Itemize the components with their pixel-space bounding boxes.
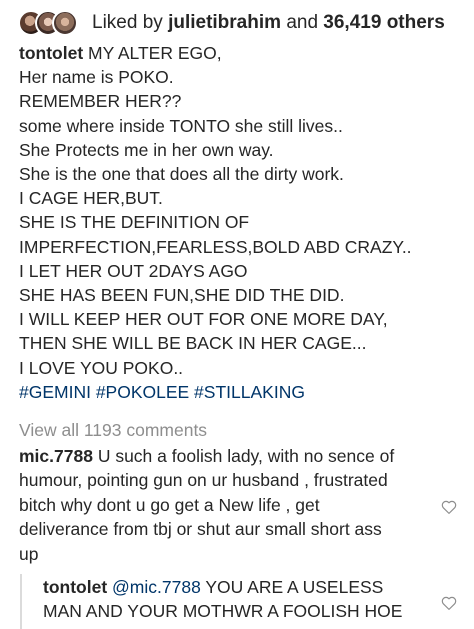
view-all-comments-link[interactable]: View all 1193 comments: [19, 418, 207, 442]
caption-first-line: tontolet MY ALTER EGO,: [19, 41, 464, 65]
heart-outline-icon[interactable]: [440, 594, 458, 612]
caption-line: I LOVE YOU POKO..: [19, 357, 184, 378]
comment: mic.7788 U such a foolish lady, with no …: [19, 444, 429, 566]
reply-username[interactable]: tontolet: [43, 577, 107, 597]
likes-summary[interactable]: Liked by julietibrahim and 36,419 others: [92, 11, 445, 35]
caption-line: I WILL KEEP HER OUT FOR ONE MORE DAY,: [19, 309, 388, 330]
comment-line: deliverance from tbj or shut aur small s…: [19, 519, 382, 540]
comment-line: humour, pointing gun on ur husband , fru…: [19, 470, 388, 491]
likes-prefix: Liked by: [92, 12, 163, 33]
reply-first-line: tontolet @mic.7788 YOU ARE A USELESS: [43, 575, 413, 599]
caption-line: I CAGE HER,BUT.: [19, 188, 163, 209]
comment-first-line: mic.7788 U such a foolish lady, with no …: [19, 444, 429, 468]
caption-line: REMEMBER HER??: [19, 91, 182, 112]
caption-line: SHE IS THE DEFINITION OF: [19, 212, 250, 233]
reply-comment: tontolet @mic.7788 YOU ARE A USELESS MAN…: [43, 575, 413, 624]
liker-username[interactable]: julietibrahim: [168, 12, 281, 33]
heart-outline-icon[interactable]: [440, 498, 458, 516]
comment-line: bitch why dont u go get a New life , get: [19, 494, 320, 515]
caption-username[interactable]: tontolet: [19, 43, 83, 63]
likes-connector: and: [286, 12, 319, 33]
post-caption: tontolet MY ALTER EGO, Her name is POKO.…: [19, 41, 464, 404]
comment-text: U such a foolish lady, with no sence of: [97, 446, 395, 466]
reply-mention[interactable]: @mic.7788: [112, 577, 201, 597]
likes-count[interactable]: 36,419 others: [323, 12, 444, 33]
caption-line: THEN SHE WILL BE BACK IN HER CAGE...: [19, 333, 367, 354]
caption-text: MY ALTER EGO,: [88, 43, 222, 63]
caption-hashtags[interactable]: #GEMINI #POKOLEE #STILLAKING: [19, 380, 464, 404]
reply-line: MAN AND YOUR MOTHWR A FOOLISH HOE: [43, 601, 403, 622]
caption-line: some where inside TONTO she still lives.…: [19, 115, 343, 136]
caption-line: I LET HER OUT 2DAYS AGO: [19, 260, 248, 281]
avatar: [52, 10, 78, 36]
caption-line: She Protects me in her own way.: [19, 139, 274, 160]
reply-text: YOU ARE A USELESS: [205, 577, 384, 597]
liker-avatars[interactable]: [18, 8, 86, 38]
caption-line: IMPERFECTION,FEARLESS,BOLD ABD CRAZY..: [19, 236, 412, 257]
caption-line: SHE HAS BEEN FUN,SHE DID THE DID.: [19, 285, 345, 306]
caption-line: She is the one that does all the dirty w…: [19, 164, 344, 185]
comment-line: up: [19, 543, 39, 564]
reply-thread-line: [20, 574, 22, 629]
comment-username[interactable]: mic.7788: [19, 446, 93, 466]
likes-row[interactable]: Liked by julietibrahim and 36,419 others: [18, 8, 445, 38]
caption-line: Her name is POKO.: [19, 67, 174, 88]
